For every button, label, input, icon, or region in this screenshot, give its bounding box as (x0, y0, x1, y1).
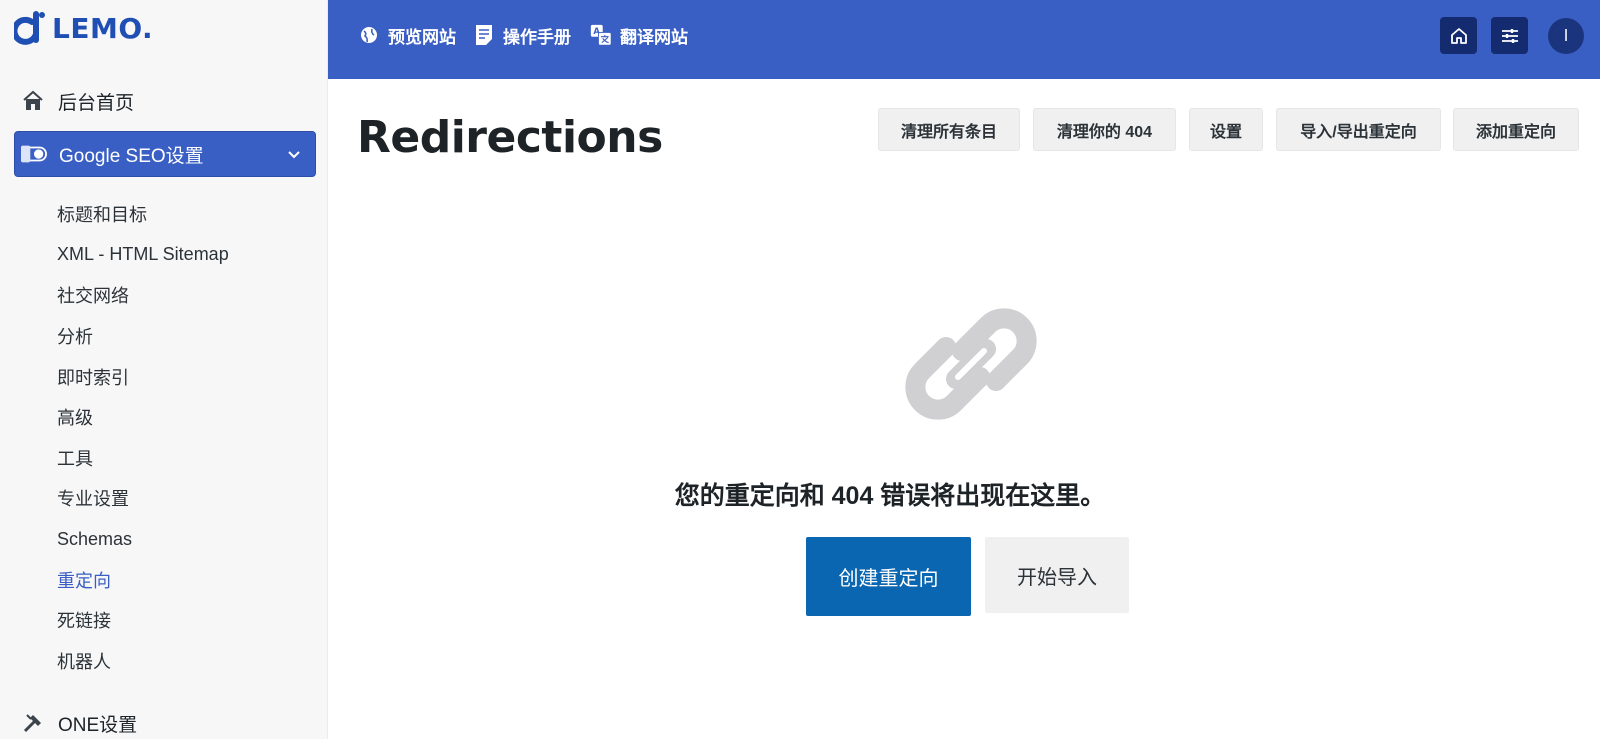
sidebar-item-home[interactable]: 后台首页 (14, 78, 316, 124)
sidebar-item-label: Google SEO设置 (59, 145, 204, 167)
brand-logo[interactable]: LEMO. (14, 8, 153, 48)
sidebar-subitem-social[interactable]: 社交网络 (0, 275, 328, 316)
sidebar-subitem-analytics[interactable]: 分析 (0, 316, 328, 357)
create-redirect-button[interactable]: 创建重定向 (806, 537, 971, 616)
logo-icon (14, 11, 45, 45)
top-link-label: 操作手册 (503, 27, 571, 47)
sidebar-subitem-sitemap[interactable]: XML - HTML Sitemap (0, 235, 328, 276)
sidebar-subitem-titles[interactable]: 标题和目标 (0, 194, 328, 235)
top-bar: 预览网站 操作手册 A 翻译网站 l (328, 0, 1600, 79)
preview-site-link[interactable]: 预览网站 (358, 20, 456, 50)
sidebar-subitem-tools[interactable]: 工具 (0, 438, 328, 479)
settings-action-button[interactable]: 设置 (1189, 108, 1263, 151)
start-import-button[interactable]: 开始导入 (985, 537, 1129, 613)
sidebar-subitem-advanced[interactable]: 高级 (0, 397, 328, 438)
sidebar: LEMO. 后台首页 Google SEO设置 标题和目标 XML - HTML… (0, 0, 328, 739)
manual-link[interactable]: 操作手册 (473, 20, 571, 50)
page-title: Redirections (357, 112, 663, 163)
settings-button[interactable] (1491, 17, 1528, 54)
top-link-label: 翻译网站 (620, 27, 688, 47)
chevron-down-icon[interactable] (285, 145, 303, 163)
sidebar-subitem-instant-index[interactable]: 即时索引 (0, 356, 328, 397)
sidebar-subitem-robots[interactable]: 机器人 (0, 641, 328, 682)
sidebar-subitem-broken-links[interactable]: 死链接 (0, 600, 328, 641)
link-icon (905, 308, 1037, 420)
add-redirect-button[interactable]: 添加重定向 (1453, 108, 1579, 151)
seo-submenu: 标题和目标 XML - HTML Sitemap 社交网络 分析 即时索引 高级… (0, 194, 328, 681)
tools-icon (20, 710, 46, 736)
sidebar-item-label: 后台首页 (58, 92, 135, 114)
logo-text: LEMO. (52, 11, 154, 45)
toggle-icon (21, 141, 47, 167)
avatar[interactable]: l (1548, 18, 1584, 54)
sidebar-subitem-redirections[interactable]: 重定向 (0, 559, 328, 600)
document-icon (473, 24, 495, 46)
sidebar-item-google-seo[interactable]: Google SEO设置 (14, 131, 316, 177)
clear-404-button[interactable]: 清理你的 404 (1033, 108, 1176, 151)
clear-all-entries-button[interactable]: 清理所有条目 (878, 108, 1020, 151)
home-button[interactable] (1440, 17, 1477, 54)
top-link-label: 预览网站 (388, 27, 456, 47)
sidebar-subitem-schemas[interactable]: Schemas (0, 519, 328, 560)
home-icon (20, 88, 46, 114)
globe-icon (358, 24, 380, 46)
translate-icon: A (590, 24, 612, 46)
translate-site-link[interactable]: A 翻译网站 (590, 20, 688, 50)
sidebar-item-label: ONE设置 (58, 714, 138, 736)
import-export-button[interactable]: 导入/导出重定向 (1276, 108, 1441, 151)
home-outline-icon (1450, 27, 1467, 44)
sidebar-item-one-settings[interactable]: ONE设置 (14, 700, 316, 739)
empty-state-message: 您的重定向和 404 错误将出现在这里。 (674, 482, 1106, 510)
sliders-icon (1501, 28, 1518, 43)
sidebar-subitem-pro[interactable]: 专业设置 (0, 478, 328, 519)
